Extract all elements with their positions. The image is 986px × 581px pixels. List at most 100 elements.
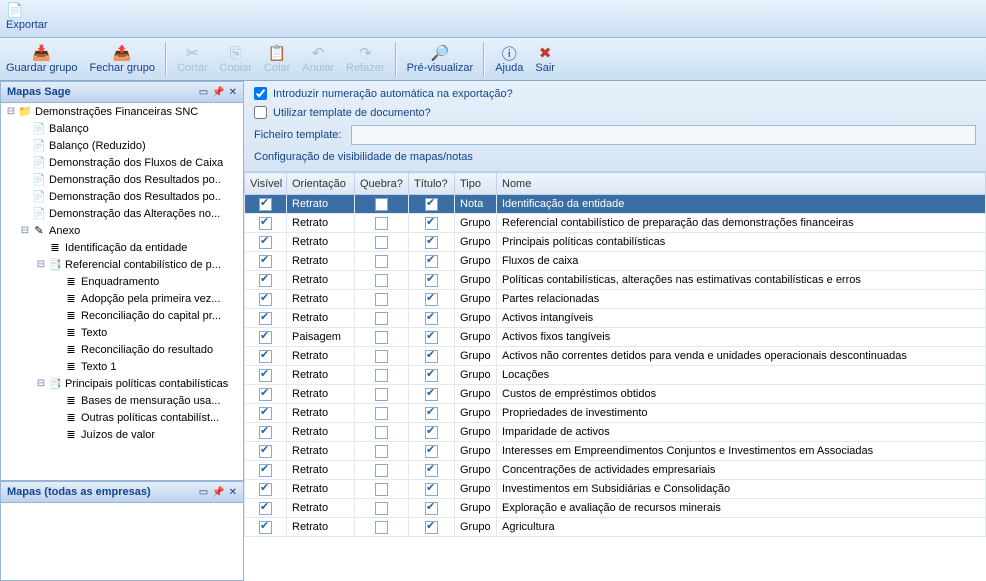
- table-row[interactable]: RetratoGrupoPropriedades de investimento: [245, 404, 986, 423]
- save-group-button[interactable]: 📥Guardar grupo: [0, 38, 84, 80]
- close-group-button[interactable]: 📤Fechar grupo: [84, 38, 161, 80]
- expand-icon[interactable]: ⊟: [5, 106, 17, 117]
- break-checkbox[interactable]: [375, 388, 388, 401]
- break-checkbox[interactable]: [375, 445, 388, 458]
- col-visible[interactable]: Visível: [245, 173, 287, 195]
- table-row[interactable]: RetratoGrupoAgricultura: [245, 518, 986, 537]
- break-checkbox[interactable]: [375, 274, 388, 287]
- tree-node[interactable]: 📄Demonstração dos Resultados po..: [1, 188, 243, 205]
- col-title[interactable]: Título?: [409, 173, 455, 195]
- col-name[interactable]: Nome: [497, 173, 986, 195]
- break-checkbox[interactable]: [375, 236, 388, 249]
- tree-node[interactable]: 📄Balanço: [1, 120, 243, 137]
- expand-icon[interactable]: ⊟: [19, 225, 31, 236]
- cell-orientation[interactable]: Retrato: [287, 499, 355, 518]
- table-row[interactable]: RetratoGrupoFluxos de caixa: [245, 252, 986, 271]
- dropdown-icon[interactable]: ▭: [199, 487, 208, 498]
- cell-orientation[interactable]: Retrato: [287, 366, 355, 385]
- title-checkbox[interactable]: [425, 502, 438, 515]
- title-checkbox[interactable]: [425, 331, 438, 344]
- title-checkbox[interactable]: [425, 198, 438, 211]
- table-row[interactable]: PaisagemGrupoActivos fixos tangíveis: [245, 328, 986, 347]
- tree-node[interactable]: 📄Balanço (Reduzido): [1, 137, 243, 154]
- title-checkbox[interactable]: [425, 426, 438, 439]
- table-row[interactable]: RetratoGrupoInteresses em Empreendimento…: [245, 442, 986, 461]
- cell-orientation[interactable]: Retrato: [287, 385, 355, 404]
- auto-numbering-checkbox[interactable]: [254, 87, 267, 100]
- cell-orientation[interactable]: Retrato: [287, 518, 355, 537]
- cell-orientation[interactable]: Retrato: [287, 309, 355, 328]
- visible-checkbox[interactable]: [259, 274, 272, 287]
- cell-orientation[interactable]: Retrato: [287, 271, 355, 290]
- tree-root[interactable]: ⊟📁Demonstrações Financeiras SNC: [1, 103, 243, 120]
- cell-orientation[interactable]: Retrato: [287, 214, 355, 233]
- use-template-checkbox[interactable]: [254, 106, 267, 119]
- table-row[interactable]: RetratoGrupoPrincipais políticas contabi…: [245, 233, 986, 252]
- visible-checkbox[interactable]: [259, 312, 272, 325]
- preview-button[interactable]: 🔎Pré-visualizar: [401, 38, 480, 80]
- visible-checkbox[interactable]: [259, 331, 272, 344]
- cell-orientation[interactable]: Retrato: [287, 480, 355, 499]
- visible-checkbox[interactable]: [259, 521, 272, 534]
- cell-orientation[interactable]: Retrato: [287, 347, 355, 366]
- table-row[interactable]: RetratoGrupoCustos de empréstimos obtido…: [245, 385, 986, 404]
- pin-icon[interactable]: 📌: [212, 87, 224, 98]
- table-row[interactable]: RetratoGrupoPolíticas contabilísticas, a…: [245, 271, 986, 290]
- break-checkbox[interactable]: [375, 483, 388, 496]
- title-checkbox[interactable]: [425, 464, 438, 477]
- grid-wrapper[interactable]: Visível Orientação Quebra? Título? Tipo …: [244, 172, 986, 581]
- title-checkbox[interactable]: [425, 521, 438, 534]
- visible-checkbox[interactable]: [259, 388, 272, 401]
- option-use-template[interactable]: Utilizar template de documento?: [254, 106, 976, 119]
- cell-orientation[interactable]: Retrato: [287, 252, 355, 271]
- break-checkbox[interactable]: [375, 198, 388, 211]
- tree-node[interactable]: ≣Enquadramento: [1, 273, 243, 290]
- tree-node[interactable]: ≣Adopção pela primeira vez...: [1, 290, 243, 307]
- break-checkbox[interactable]: [375, 331, 388, 344]
- visible-checkbox[interactable]: [259, 445, 272, 458]
- tree-node[interactable]: ≣Texto 1: [1, 358, 243, 375]
- table-row[interactable]: RetratoGrupoActivos intangíveis: [245, 309, 986, 328]
- break-checkbox[interactable]: [375, 255, 388, 268]
- visibility-grid[interactable]: Visível Orientação Quebra? Título? Tipo …: [244, 172, 986, 537]
- tree-view[interactable]: ⊟📁Demonstrações Financeiras SNC📄Balanço📄…: [0, 103, 244, 481]
- visible-checkbox[interactable]: [259, 426, 272, 439]
- visible-checkbox[interactable]: [259, 483, 272, 496]
- visible-checkbox[interactable]: [259, 369, 272, 382]
- close-icon[interactable]: ✕: [229, 87, 237, 98]
- tree-node[interactable]: ⊟📑Principais políticas contabilísticas: [1, 375, 243, 392]
- break-checkbox[interactable]: [375, 464, 388, 477]
- table-row[interactable]: RetratoGrupoLocações: [245, 366, 986, 385]
- col-type[interactable]: Tipo: [455, 173, 497, 195]
- pin-icon[interactable]: 📌: [212, 487, 224, 498]
- table-row[interactable]: RetratoGrupoConcentrações de actividades…: [245, 461, 986, 480]
- table-row[interactable]: RetratoGrupoPartes relacionadas: [245, 290, 986, 309]
- break-checkbox[interactable]: [375, 217, 388, 230]
- title-checkbox[interactable]: [425, 483, 438, 496]
- visible-checkbox[interactable]: [259, 293, 272, 306]
- title-checkbox[interactable]: [425, 445, 438, 458]
- visible-checkbox[interactable]: [259, 502, 272, 515]
- table-row[interactable]: RetratoGrupoInvestimentos em Subsidiária…: [245, 480, 986, 499]
- break-checkbox[interactable]: [375, 426, 388, 439]
- col-break[interactable]: Quebra?: [355, 173, 409, 195]
- tree-node[interactable]: ≣Identificação da entidade: [1, 239, 243, 256]
- tree-node[interactable]: ≣Outras políticas contabilíst...: [1, 409, 243, 426]
- cell-orientation[interactable]: Retrato: [287, 404, 355, 423]
- visible-checkbox[interactable]: [259, 350, 272, 363]
- tree-node[interactable]: ⊟✎Anexo: [1, 222, 243, 239]
- cell-orientation[interactable]: Retrato: [287, 233, 355, 252]
- table-row[interactable]: RetratoGrupoReferencial contabilístico d…: [245, 214, 986, 233]
- tree-node[interactable]: ≣Texto: [1, 324, 243, 341]
- table-row[interactable]: RetratoGrupoExploração e avaliação de re…: [245, 499, 986, 518]
- visible-checkbox[interactable]: [259, 255, 272, 268]
- dropdown-icon[interactable]: ▭: [199, 87, 208, 98]
- title-checkbox[interactable]: [425, 255, 438, 268]
- visible-checkbox[interactable]: [259, 198, 272, 211]
- break-checkbox[interactable]: [375, 407, 388, 420]
- title-checkbox[interactable]: [425, 312, 438, 325]
- table-row[interactable]: RetratoGrupoActivos não correntes detido…: [245, 347, 986, 366]
- table-row[interactable]: RetratoGrupoImparidade de activos: [245, 423, 986, 442]
- title-checkbox[interactable]: [425, 293, 438, 306]
- table-row[interactable]: RetratoNotaIdentificação da entidade: [245, 195, 986, 214]
